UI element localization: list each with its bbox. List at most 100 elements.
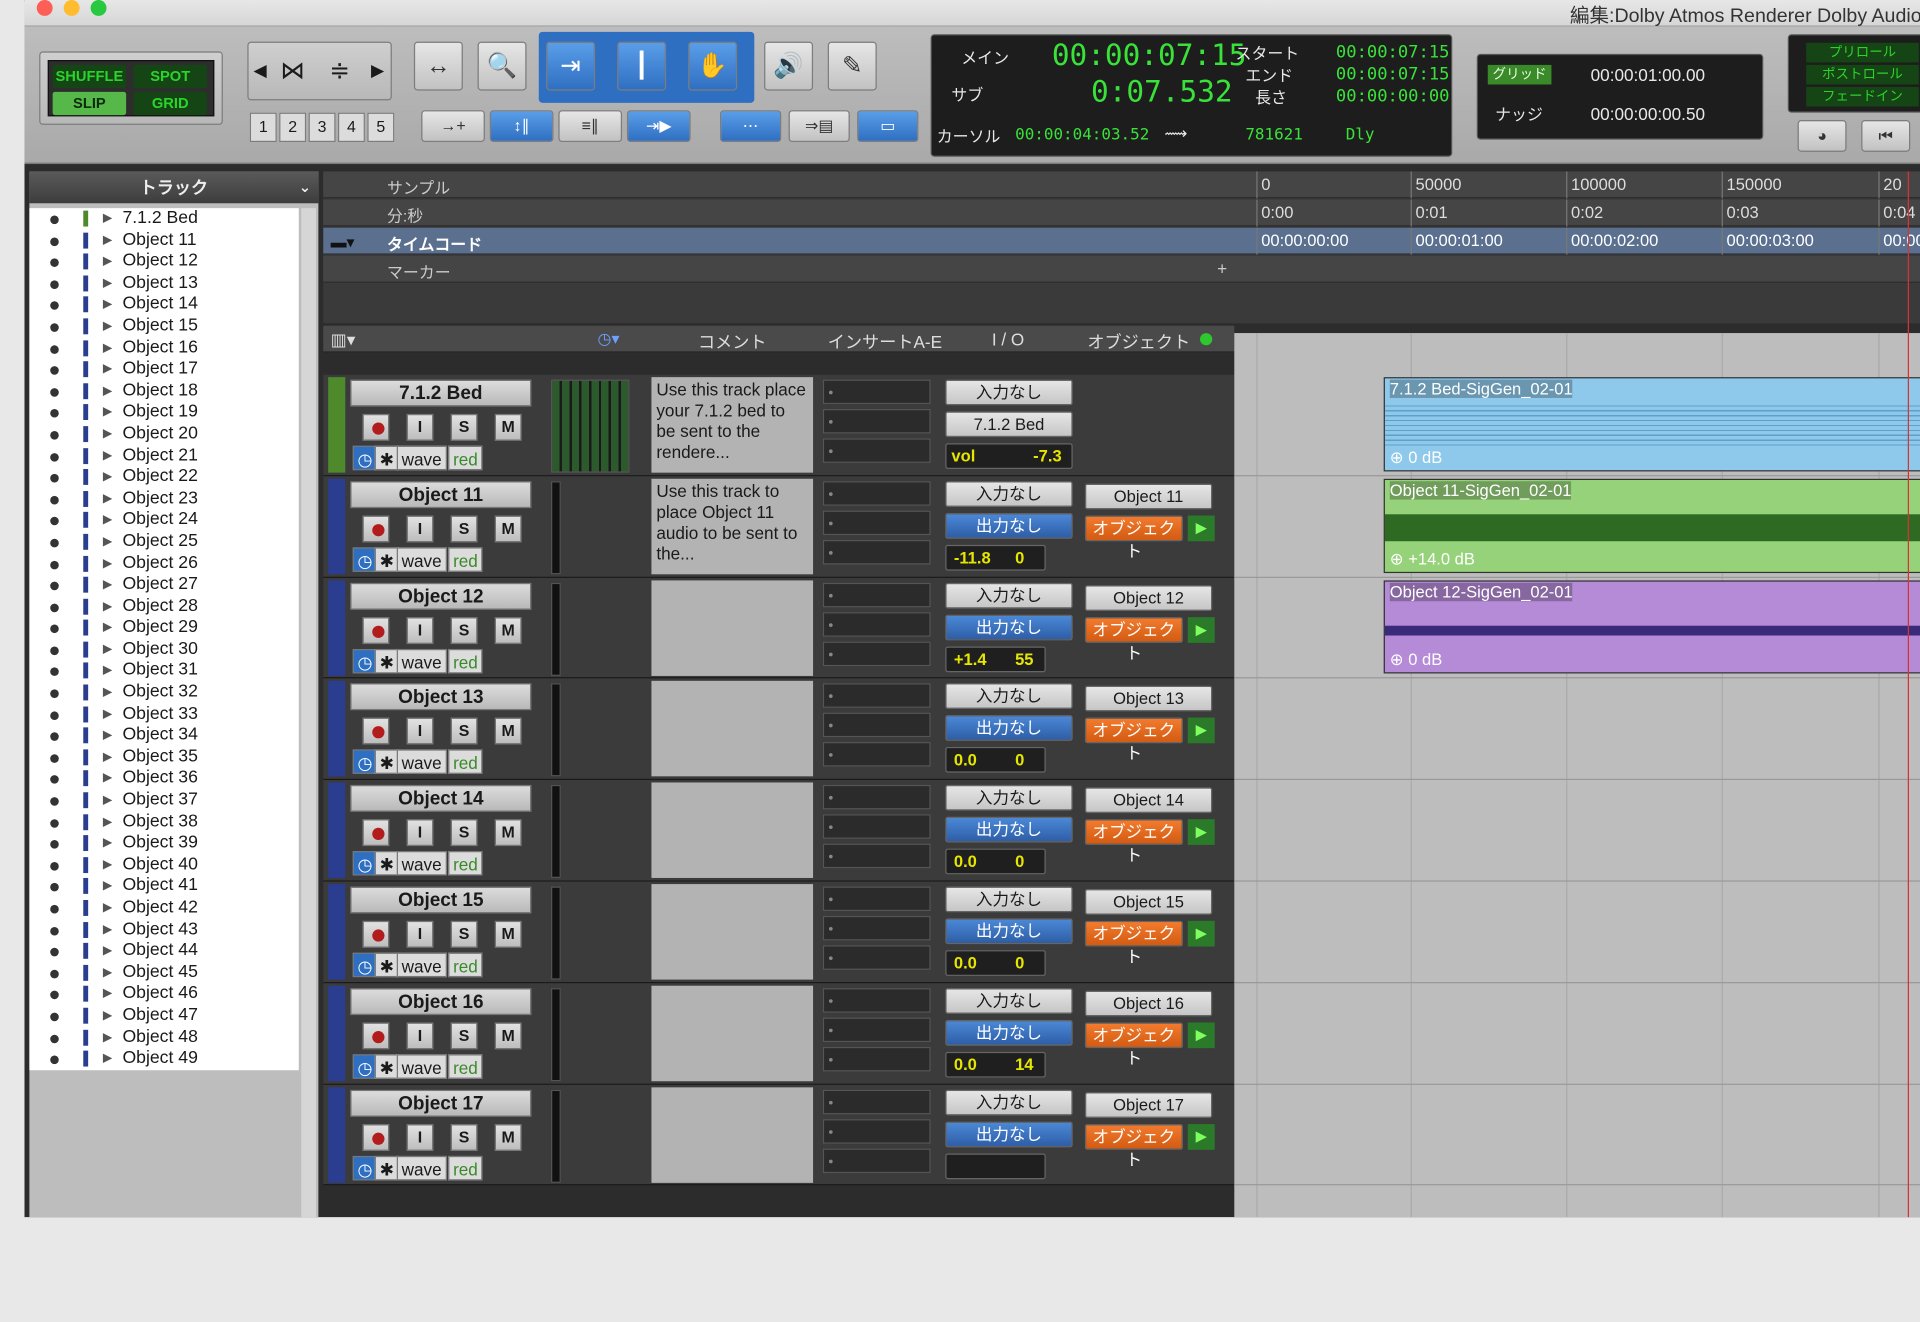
expand-arrow-icon[interactable]: ▶ [103,919,112,941]
timeline-area[interactable]: 7.1.2 Bed-SigGen_02-01 ⊕ 0 dB Object 11-Si… [1234,333,1920,1218]
track-show-icon[interactable] [50,732,59,742]
object-number[interactable]: Object 17 [1084,1091,1213,1118]
output-selector[interactable]: 出力なし [945,1121,1073,1147]
elastic-audio-icon[interactable]: ✱ [374,648,399,673]
track-show-icon[interactable] [50,754,59,763]
samples-ruler[interactable]: サンプル [323,171,1920,199]
mute-button[interactable]: M [494,1123,522,1151]
track-list-item[interactable]: ▶ Object 18 [29,381,298,403]
track-list-item[interactable]: ▶ Object 17 [29,359,298,381]
track-list-item[interactable]: ▶ Object 22 [29,467,298,489]
expand-arrow-icon[interactable]: ▶ [103,725,112,747]
track-list-item[interactable]: ▶ Object 15 [29,316,298,338]
object-mode-button[interactable]: オブジェクト [1084,616,1183,662]
record-arm-button[interactable] [362,1123,390,1151]
track-row[interactable]: Object 12 I S M ◷ ✱ wave red 入力なし 出力なし +1.4 55 Objec… [323,577,1235,679]
object-play-icon[interactable]: ▶ [1187,616,1215,643]
track-color-strip[interactable] [328,579,346,676]
expand-arrow-icon[interactable]: ▶ [103,294,112,316]
input-monitor-button[interactable]: I [406,718,434,745]
track-show-icon[interactable] [50,409,59,418]
expand-arrow-icon[interactable]: ▶ [103,273,112,295]
expand-arrow-icon[interactable]: ▶ [103,1027,112,1049]
elastic-audio-icon[interactable]: ✱ [374,547,399,572]
automation-mode[interactable]: red [448,445,483,471]
solo-button[interactable]: S [450,1123,478,1151]
insertion-follows-icon[interactable]: ⇥▶ [626,110,691,143]
minsec-ruler[interactable]: 分:秒 [323,199,1920,227]
track-list-item[interactable]: ▶ Object 39 [29,833,298,855]
record-arm-button[interactable] [362,515,390,543]
track-show-icon[interactable] [50,538,59,548]
ruler-menu-icon[interactable]: ▬▾ [331,233,355,253]
track-color-strip[interactable] [328,782,346,879]
insert-slot[interactable] [822,379,931,405]
expand-arrow-icon[interactable]: ▶ [103,984,112,1006]
track-list-item[interactable]: ▶ 7.1.2 Bed [29,208,298,230]
zoom-icon[interactable] [90,0,107,16]
insert-slot[interactable] [822,438,931,463]
track-color-strip[interactable] [328,478,346,575]
insert-slot[interactable] [822,641,931,666]
track-list-item[interactable]: ▶ Object 13 [29,273,298,295]
tab-to-transient-icon[interactable]: →+ [421,110,485,143]
track-show-icon[interactable] [50,581,59,591]
record-arm-button[interactable] [362,718,390,745]
track-row[interactable]: Object 11 I S M ◷ ✱ wave red Use this track to p… [323,476,1235,578]
track-list-item[interactable]: ▶ Object 32 [29,682,298,704]
grid-button[interactable]: GRID [133,91,207,116]
volume-pan-field[interactable]: 0.0 14 [945,1051,1046,1078]
zoom-preset-2[interactable]: 2 [279,112,307,143]
track-show-icon[interactable] [50,883,59,892]
mirror-midi-icon[interactable]: ⋯ [720,110,782,143]
insert-slot[interactable] [822,843,931,869]
zoom-toggle-icon[interactable]: ▭ [857,110,919,143]
mute-button[interactable]: M [494,819,522,847]
expand-arrow-icon[interactable]: ▶ [103,381,112,403]
solo-button[interactable]: S [450,1022,478,1050]
object-play-icon[interactable]: ▶ [1187,819,1215,846]
track-list-item[interactable]: ▶ Object 26 [29,553,298,575]
input-monitor-button[interactable]: I [406,515,434,543]
mute-button[interactable]: M [494,515,522,543]
track-list-item[interactable]: ▶ Object 34 [29,725,298,747]
minimize-icon[interactable] [63,0,80,16]
track-list-header[interactable]: トラック ⌄ [29,171,319,204]
track-show-icon[interactable] [50,603,59,612]
start-value[interactable]: 00:00:07:15 [1336,43,1450,63]
timebase-icon[interactable]: ◷ [352,952,378,978]
insert-slot[interactable] [822,1089,931,1114]
track-list-item[interactable]: ▶ Object 25 [29,531,298,553]
record-arm-button[interactable] [362,1022,390,1050]
volume-pan-field[interactable]: 0.0 0 [945,950,1046,976]
expand-arrow-icon[interactable]: ▶ [103,790,112,812]
track-list-item[interactable]: ▶ Object 16 [29,337,298,359]
automation-mode[interactable]: red [448,749,483,775]
track-name[interactable]: Object 14 [350,785,532,813]
input-selector[interactable]: 入力なし [945,582,1073,609]
track-show-icon[interactable] [50,474,59,483]
input-monitor-button[interactable]: I [406,819,434,847]
expand-arrow-icon[interactable]: ▶ [103,596,112,618]
output-selector[interactable]: 7.1.2 Bed [945,411,1073,438]
track-list-item[interactable]: ▶ Object 48 [29,1027,298,1049]
track-name[interactable]: Object 16 [350,987,532,1015]
mute-button[interactable]: M [494,1022,522,1050]
selector-tool-icon[interactable]: ┃ [617,41,667,91]
timebase-icon[interactable]: ◷ [352,1054,378,1079]
elastic-audio-icon[interactable]: ✱ [374,1155,399,1180]
automation-mode[interactable]: red [448,547,483,572]
track-comment[interactable] [651,681,814,777]
track-comment[interactable] [651,884,814,980]
track-show-icon[interactable] [50,926,59,936]
pencil-tool-icon[interactable]: ✎ [827,41,877,91]
insert-slot[interactable] [822,683,931,709]
track-name[interactable]: Object 17 [350,1089,532,1117]
expand-arrow-icon[interactable]: ▶ [103,854,112,876]
clip-gain[interactable]: ⊕ +14.0 dB [1390,549,1475,569]
track-list-item[interactable]: ▶ Object 24 [29,510,298,532]
automation-mode[interactable]: red [448,952,483,978]
zoom-preset-3[interactable]: 3 [308,112,336,143]
expand-arrow-icon[interactable]: ▶ [103,316,112,338]
track-comment[interactable]: Use this track place your 7.1.2 bed to b… [651,377,814,473]
